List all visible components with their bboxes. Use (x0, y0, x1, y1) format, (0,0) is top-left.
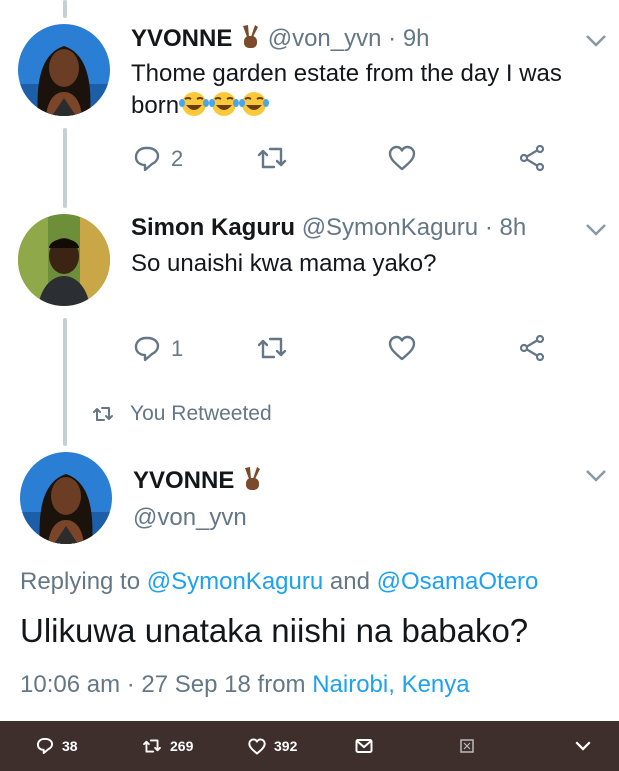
main-tweet-date[interactable]: 27 Sep 18 (141, 671, 250, 698)
bottom-like-button[interactable]: 392 (248, 721, 297, 771)
bottom-reply-button[interactable]: 38 (36, 721, 78, 771)
chevron-down-icon[interactable] (584, 468, 608, 484)
tweet-2-text: So unaishi kwa mama yako? (131, 250, 437, 277)
tears-of-joy-emoji (209, 91, 240, 126)
like-icon (388, 145, 416, 171)
main-tweet-dot: · (126, 671, 135, 698)
tweet-2-reply-button[interactable]: 1 (133, 335, 183, 363)
main-tweet-text: Ulikuwa unataka niishi na babako? (20, 612, 529, 649)
tweet-2-reply-count: 1 (171, 336, 184, 361)
bottom-analytics-button[interactable] (460, 721, 482, 771)
tweet-2-time[interactable]: 8h (499, 214, 526, 241)
chevron-down-icon[interactable] (584, 222, 608, 238)
retweet-notice: You Retweeted (92, 402, 272, 426)
like-icon (248, 737, 266, 755)
tweet-2-handle[interactable]: @SymonKaguru (302, 214, 478, 241)
tweet-1-time[interactable]: 9h (403, 25, 430, 52)
tweet-2-author-name[interactable]: Simon Kaguru (131, 214, 295, 241)
reply-icon (36, 737, 54, 755)
mail-icon (355, 739, 373, 753)
victory-hand-icon (239, 24, 261, 57)
replying-to: Replying to @SymonKaguru and @OsamaOtero (20, 568, 538, 596)
replying-prefix: Replying to (20, 568, 141, 595)
tweet-1-header: YVONNE @von_yvn · 9h (131, 24, 430, 57)
retweet-notice-text: You Retweeted (130, 402, 272, 425)
retweet-icon (143, 739, 161, 753)
thread-line-bottom (63, 318, 67, 446)
reply-icon (134, 336, 160, 362)
thread-line-middle (63, 128, 67, 208)
retweet-icon (257, 147, 287, 169)
bottom-action-bar: 38 269 392 (0, 721, 619, 771)
tweet-1-reply-count: 2 (171, 146, 184, 171)
main-tweet-location[interactable]: Nairobi, Kenya (312, 671, 469, 698)
tweet-1-dot: · (388, 25, 397, 52)
tweet-1-reply-button[interactable]: 2 (133, 145, 183, 173)
reply-icon (134, 146, 160, 172)
bottom-message-button[interactable] (355, 721, 381, 771)
tweet-1-like-button[interactable] (388, 145, 426, 171)
avatar-simon[interactable] (18, 214, 110, 306)
retweet-icon (257, 337, 287, 359)
victory-hand-icon (241, 466, 263, 499)
chevron-down-icon[interactable] (584, 33, 608, 49)
main-tweet-author-name[interactable]: YVONNE (133, 467, 234, 494)
like-icon (388, 335, 416, 361)
tweet-1-text: Thome garden estate from the day I was b… (131, 58, 562, 126)
main-tweet-author: YVONNE (133, 466, 263, 499)
tears-of-joy-emoji (239, 91, 270, 126)
avatar-yvonne[interactable] (18, 24, 110, 116)
tweet-1-handle[interactable]: @von_yvn (268, 25, 382, 52)
tweet-2-like-button[interactable] (388, 335, 426, 361)
bottom-retweet-count: 269 (170, 738, 194, 754)
tweet-2-dot: · (484, 214, 493, 241)
tweet-2-retweet-button[interactable] (256, 335, 298, 361)
reply-to-link-2[interactable]: @OsamaOtero (377, 568, 539, 595)
tweet-1-text-line-2: born (131, 90, 562, 126)
main-tweet-time[interactable]: 10:06 am (20, 671, 120, 698)
tweet-1-share-button[interactable] (518, 145, 546, 171)
tweet-1-retweet-button[interactable] (256, 145, 298, 171)
avatar-yvonne-main[interactable] (20, 452, 112, 544)
reply-to-link-1[interactable]: @SymonKaguru (147, 568, 323, 595)
main-tweet-meta: 10:06 am · 27 Sep 18 from Nairobi, Kenya (20, 671, 470, 699)
tweet-1-author-name[interactable]: YVONNE (131, 25, 232, 52)
replying-and: and (329, 568, 370, 595)
retweet-icon (93, 407, 113, 421)
bottom-like-count: 392 (274, 738, 298, 754)
main-tweet-from: from (257, 671, 306, 698)
chevron-down-icon (575, 741, 591, 751)
bottom-retweet-button[interactable]: 269 (142, 721, 193, 771)
main-tweet-handle[interactable]: @von_yvn (133, 504, 247, 532)
bottom-more-button[interactable] (574, 721, 600, 771)
tweet-1-text-line-1: Thome garden estate from the day I was (131, 60, 562, 87)
thread-line-top (63, 0, 67, 18)
analytics-icon (460, 739, 474, 753)
share-icon (519, 335, 545, 361)
share-icon (519, 145, 545, 171)
tweet-1-text-line-2-word: born (131, 92, 180, 119)
tears-of-joy-emoji (179, 91, 210, 126)
tweet-2-share-button[interactable] (518, 335, 546, 361)
tweet-2-header: Simon Kaguru @SymonKaguru · 8h (131, 214, 526, 242)
bottom-reply-count: 38 (62, 738, 78, 754)
